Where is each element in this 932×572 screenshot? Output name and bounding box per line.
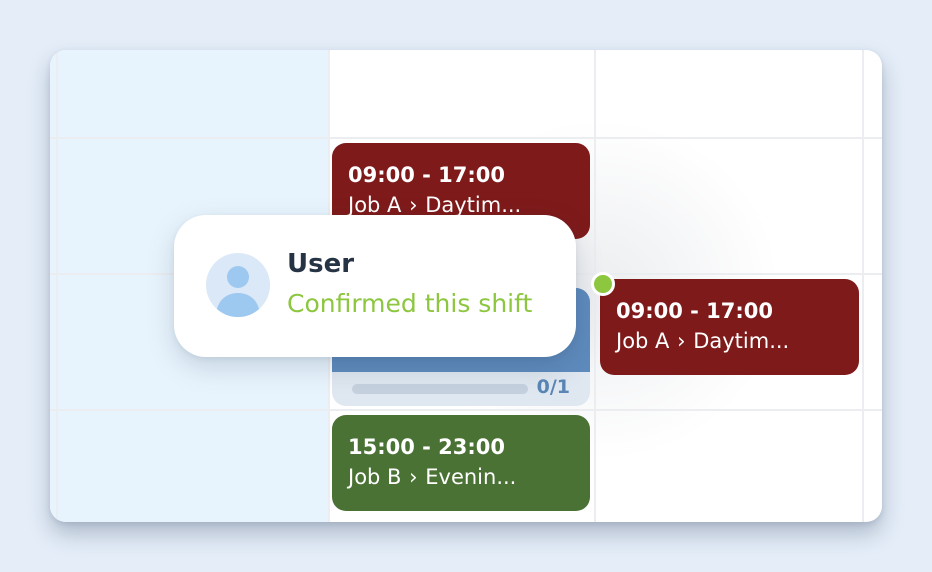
shift-job-name: Job B bbox=[348, 465, 402, 489]
shift-card[interactable]: 09:00 - 17:00 Job A › Daytim... bbox=[600, 279, 859, 375]
user-avatar-icon bbox=[206, 253, 270, 317]
confirmation-dot-icon bbox=[591, 272, 615, 296]
shift-job-name: Job A bbox=[348, 193, 402, 217]
shift-fill-count: 0/1 bbox=[536, 376, 570, 398]
user-name: User bbox=[287, 249, 355, 279]
shift-card[interactable]: 15:00 - 23:00 Job B › Evenin... bbox=[332, 415, 590, 511]
shift-role: Daytim... bbox=[425, 193, 522, 217]
shift-job: Job A › Daytim... bbox=[616, 326, 859, 356]
shift-role: Evenin... bbox=[425, 465, 517, 489]
grid-column-divider bbox=[56, 50, 58, 522]
shift-time: 09:00 - 17:00 bbox=[348, 163, 506, 187]
grid-column-divider bbox=[862, 50, 864, 522]
shift-role: Daytim... bbox=[693, 329, 790, 353]
grid-row-divider bbox=[50, 409, 882, 411]
grid-row-divider bbox=[50, 137, 882, 139]
shift-fill-progress bbox=[352, 384, 528, 394]
breadcrumb-separator: › bbox=[409, 193, 418, 217]
user-silhouette bbox=[216, 266, 260, 317]
shift-job: Job B › Evenin... bbox=[348, 462, 590, 492]
shift-time: 15:00 - 23:00 bbox=[348, 435, 506, 459]
confirmation-status: Confirmed this shift bbox=[287, 289, 533, 318]
breadcrumb-separator: › bbox=[677, 329, 686, 353]
shift-job-name: Job A bbox=[616, 329, 670, 353]
breadcrumb-separator: › bbox=[409, 465, 418, 489]
shift-time: 09:00 - 17:00 bbox=[616, 299, 774, 323]
shift-confirmation-tooltip: User Confirmed this shift bbox=[174, 215, 576, 357]
